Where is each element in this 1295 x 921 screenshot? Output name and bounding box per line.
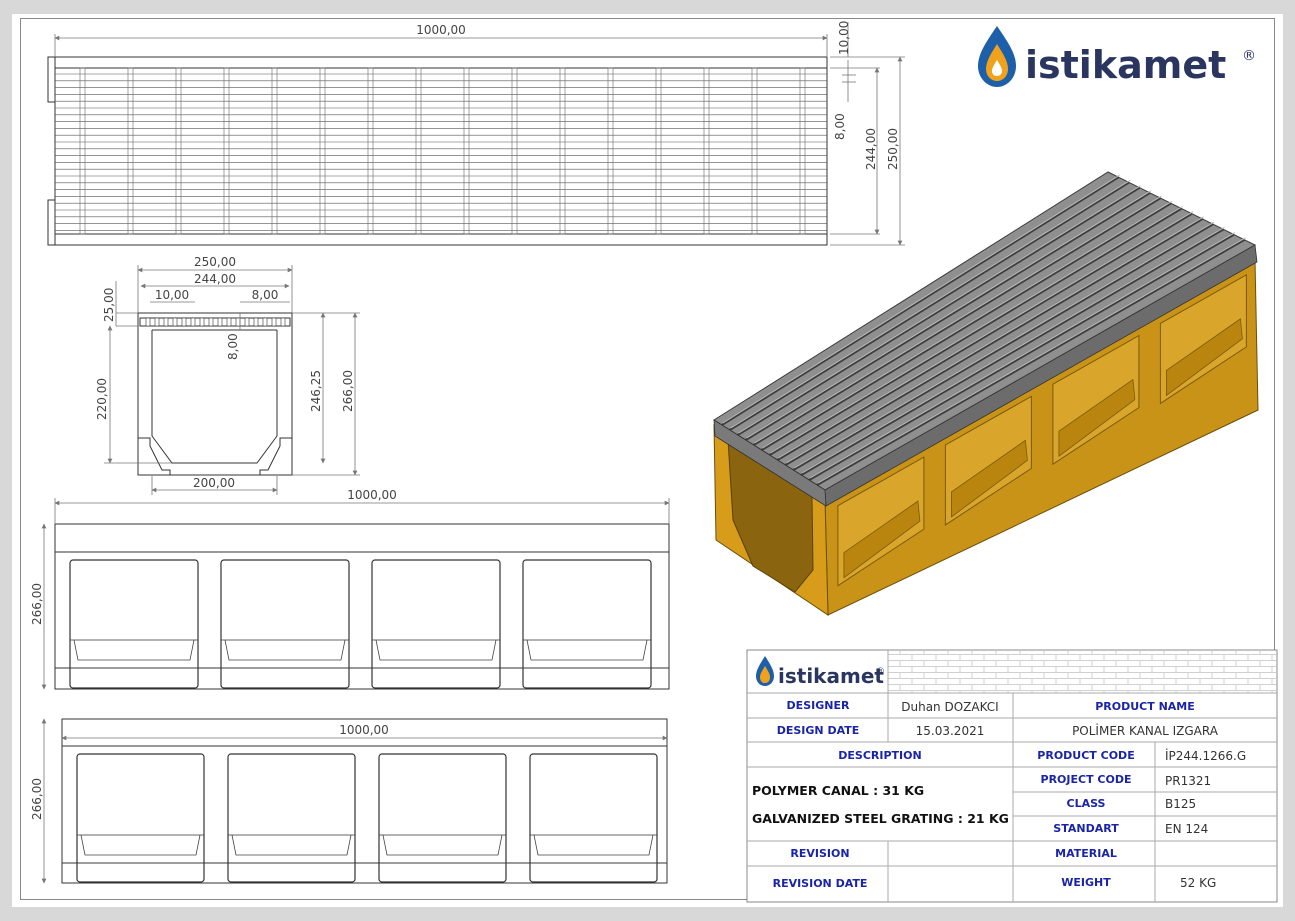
brand-logo: istikamet ® bbox=[978, 26, 1256, 87]
dim-section-total-height: 266,00 bbox=[341, 370, 355, 412]
dim-side1-length: 1000,00 bbox=[347, 488, 397, 502]
description-label: DESCRIPTION bbox=[838, 749, 921, 762]
dim-top-outer-width: 250,00 bbox=[886, 128, 900, 170]
class-value: B125 bbox=[1165, 797, 1196, 811]
isometric-channel-render bbox=[713, 171, 1259, 616]
dim-side1-height: 266,00 bbox=[30, 583, 44, 625]
dim-section-base-width: 200,00 bbox=[193, 476, 235, 490]
dim-section-inner-width: 244,00 bbox=[194, 272, 236, 286]
dim-section-bar-width: 10,00 bbox=[155, 288, 189, 302]
side-view-2: 1000,00 266,00 bbox=[30, 718, 668, 884]
cross-section-view: 250,00 244,00 10,00 8,00 25,00 220,00 8,… bbox=[95, 255, 360, 495]
designer-label: DESIGNER bbox=[787, 699, 850, 712]
material-label: MATERIAL bbox=[1055, 847, 1117, 860]
revision-label: REVISION bbox=[790, 847, 849, 860]
dim-top-length: 1000,00 bbox=[416, 23, 466, 37]
designer-value: Duhan DOZAKCI bbox=[901, 700, 998, 714]
dim-top-inner-width: 244,00 bbox=[864, 128, 878, 170]
dim-section-channel-depth: 220,00 bbox=[95, 378, 109, 420]
revision-date-label: REVISION DATE bbox=[773, 877, 868, 890]
title-block: istikamet ® DESIGNER Duhan DOZAKCI DESIG… bbox=[746, 649, 1278, 903]
top-view: 1000,00 10,00 8,00 244,00 250,00 bbox=[47, 21, 905, 246]
dim-top-gap: 8,00 bbox=[833, 113, 847, 140]
dim-section-slot-depth: 8,00 bbox=[226, 333, 240, 360]
standart-label: STANDART bbox=[1053, 822, 1119, 835]
dim-top-rail: 10,00 bbox=[837, 21, 851, 55]
registered-mark: ® bbox=[1242, 48, 1256, 64]
weight-value: 52 KG bbox=[1180, 876, 1216, 890]
title-block-brand-name: istikamet bbox=[778, 664, 884, 688]
description-line-2: GALVANIZED STEEL GRATING : 21 KG bbox=[752, 811, 1009, 826]
product-code-label: PRODUCT CODE bbox=[1037, 749, 1134, 762]
dim-section-outer-width: 250,00 bbox=[194, 255, 236, 269]
product-code-value: İP244.1266.G bbox=[1165, 748, 1246, 763]
class-label: CLASS bbox=[1067, 797, 1106, 810]
product-name-value: POLİMER KANAL IZGARA bbox=[1072, 723, 1219, 738]
dim-side2-height: 266,00 bbox=[30, 778, 44, 820]
description-line-1: POLYMER CANAL : 31 KG bbox=[752, 783, 924, 798]
dim-side2-length: 1000,00 bbox=[339, 723, 389, 737]
design-date-label: DESIGN DATE bbox=[777, 724, 860, 737]
title-block-registered-mark: ® bbox=[876, 667, 885, 677]
brand-name: istikamet bbox=[1025, 43, 1226, 87]
technical-drawing: istikamet ® 1000,00 10,00 8,00 244,00 25… bbox=[30, 21, 1278, 903]
project-code-label: PROJECT CODE bbox=[1041, 773, 1132, 786]
design-date-value: 15.03.2021 bbox=[916, 724, 985, 738]
project-code-value: PR1321 bbox=[1165, 774, 1211, 788]
dim-section-gap-width: 8,00 bbox=[252, 288, 279, 302]
dim-section-grate-height: 25,00 bbox=[102, 288, 116, 322]
dim-section-inner-height: 246,25 bbox=[309, 370, 323, 412]
product-name-label: PRODUCT NAME bbox=[1095, 700, 1195, 713]
weight-label: WEIGHT bbox=[1061, 876, 1111, 889]
standart-value: EN 124 bbox=[1165, 822, 1208, 836]
side-view-1: 1000,00 266,00 bbox=[30, 488, 670, 690]
